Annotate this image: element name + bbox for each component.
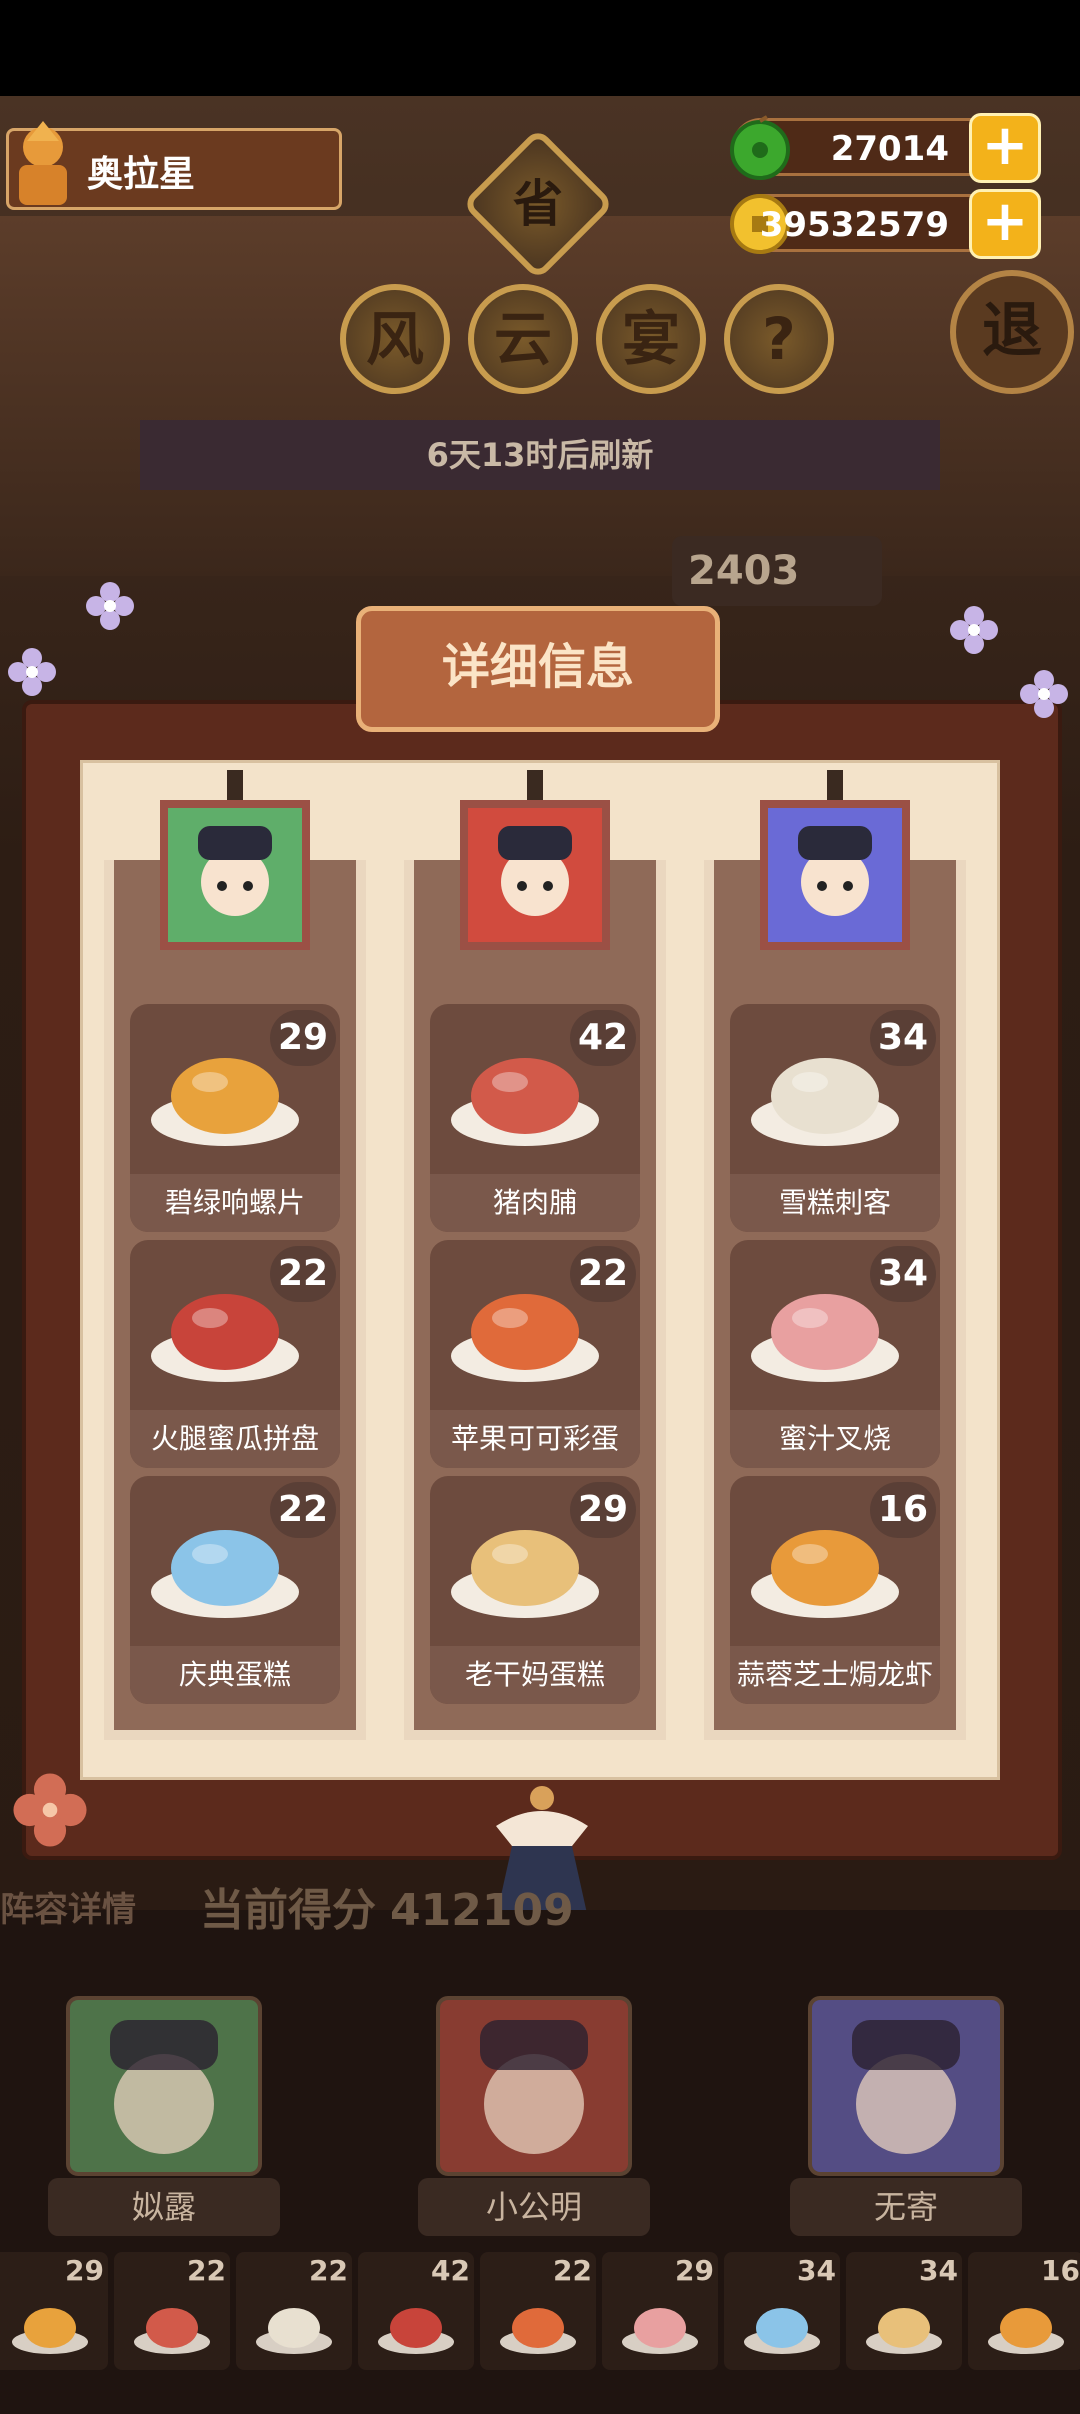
mini-dish-level: 22 [553, 2254, 592, 2287]
dish-name: 苹果可可彩蛋 [430, 1410, 640, 1468]
event-title-char-1: 风 [340, 284, 450, 394]
dish-name: 雪糕刺客 [730, 1174, 940, 1232]
flower-decoration-icon [1020, 670, 1068, 718]
dish-level: 34 [870, 1246, 936, 1302]
flower-decoration-icon [950, 606, 998, 654]
dish-level: 22 [270, 1246, 336, 1302]
mini-dish-icon [622, 2308, 698, 2354]
mini-dish-slot[interactable]: 22 [236, 2252, 352, 2370]
mini-dish-level: 22 [309, 2254, 348, 2287]
mini-dish-icon [256, 2308, 332, 2354]
player-profile[interactable]: 奥拉星 [6, 121, 342, 210]
dish-name: 火腿蜜瓜拼盘 [130, 1410, 340, 1468]
dish-name: 老干妈蛋糕 [430, 1646, 640, 1704]
dish-level: 22 [570, 1246, 636, 1302]
player-name: 奥拉星 [87, 154, 196, 195]
jade-currency: 27014 + [730, 113, 1041, 183]
player-avatar-icon [19, 121, 67, 205]
flower-decoration-icon [8, 648, 56, 696]
mini-dish-icon [988, 2308, 1064, 2354]
dish-name: 猪肉脯 [430, 1174, 640, 1232]
current-score-label: 当前得分 [200, 1885, 376, 1936]
mini-dish-icon [500, 2308, 576, 2354]
refresh-timer: 6天13时后刷新 [140, 420, 940, 490]
exit-button[interactable]: 退 [950, 270, 1074, 394]
lineup-details-label[interactable]: 阵容详情 [0, 1882, 136, 1931]
help-icon[interactable]: ? [724, 284, 834, 394]
character-avatar-icon [768, 808, 902, 942]
add-jade-button[interactable]: + [969, 113, 1041, 183]
hero-name: 姒露 [48, 2178, 280, 2236]
add-coins-button[interactable]: + [969, 189, 1041, 259]
current-score-value: 412109 [390, 1885, 574, 1936]
dish-name: 碧绿响螺片 [130, 1174, 340, 1232]
mini-dish-level: 29 [675, 2254, 714, 2287]
dish-card[interactable]: 22 庆典蛋糕 [130, 1476, 340, 1704]
mini-dish-slot[interactable]: 34 [846, 2252, 962, 2370]
dish-level: 42 [570, 1010, 636, 1066]
mini-dish-level: 34 [797, 2254, 836, 2287]
mini-dish-slot[interactable]: 22 [114, 2252, 230, 2370]
mini-dish-level: 16 [1041, 2254, 1080, 2287]
dish-card[interactable]: 34 蜜汁叉烧 [730, 1240, 940, 1468]
hero-avatar-icon [812, 2000, 1000, 2172]
dish-card[interactable]: 16 蒜蓉芝士焗龙虾 [730, 1476, 940, 1704]
mini-dish-slot[interactable]: 29 [602, 2252, 718, 2370]
mini-dish-slot[interactable]: 22 [480, 2252, 596, 2370]
dish-name: 蒜蓉芝士焗龙虾 [730, 1646, 940, 1704]
character-avatar-icon [468, 808, 602, 942]
dish-card[interactable]: 29 碧绿响螺片 [130, 1004, 340, 1232]
character-avatar-icon [168, 808, 302, 942]
hero-avatar-icon [440, 2000, 628, 2172]
mini-dish-icon [744, 2308, 820, 2354]
jade-amount: 27014 [830, 129, 949, 169]
mini-dish-level: 29 [65, 2254, 104, 2287]
dish-level: 29 [570, 1482, 636, 1538]
mini-dish-level: 22 [187, 2254, 226, 2287]
mini-dish-icon [12, 2308, 88, 2354]
mini-dish-level: 34 [919, 2254, 958, 2287]
event-title-char-3: 宴 [596, 284, 706, 394]
dish-card[interactable]: 22 苹果可可彩蛋 [430, 1240, 640, 1468]
hero-name: 无寄 [790, 2178, 1022, 2236]
dialog-title-text: 详细信息 [441, 639, 634, 695]
dish-card[interactable]: 29 老干妈蛋糕 [430, 1476, 640, 1704]
mini-dish-icon [866, 2308, 942, 2354]
flower-decoration-icon [86, 582, 134, 630]
mini-dish-slot[interactable]: 16 [968, 2252, 1080, 2370]
character-portrait[interactable] [460, 800, 610, 950]
jade-icon [730, 115, 790, 180]
plum-blossom-icon [13, 1773, 87, 1847]
coin-amount: 39532579 [759, 205, 949, 245]
mini-dish-slot[interactable]: 34 [724, 2252, 840, 2370]
hero-portrait[interactable] [436, 1996, 632, 2176]
hero-avatar-icon [70, 2000, 258, 2172]
mini-dish-slot[interactable]: 42 [358, 2252, 474, 2370]
dish-level: 16 [870, 1482, 936, 1538]
character-portrait[interactable] [160, 800, 310, 950]
mini-dish-level: 42 [431, 2254, 470, 2287]
status-bar-area [0, 0, 1080, 96]
coin-currency: 39532579 + [730, 189, 1041, 259]
character-portrait[interactable] [760, 800, 910, 950]
hero-name: 小公明 [418, 2178, 650, 2236]
mini-dish-slot[interactable]: 29 [0, 2252, 108, 2370]
dish-card[interactable]: 34 雪糕刺客 [730, 1004, 940, 1232]
mini-dish-icon [378, 2308, 454, 2354]
hero-portrait[interactable] [66, 1996, 262, 2176]
hero-portrait[interactable] [808, 1996, 1004, 2176]
ranking-score-partial: 2403 [672, 536, 882, 606]
dish-card[interactable]: 42 猪肉脯 [430, 1004, 640, 1232]
province-badge-text: 省 [513, 175, 563, 233]
dish-card[interactable]: 22 火腿蜜瓜拼盘 [130, 1240, 340, 1468]
dish-level: 29 [270, 1010, 336, 1066]
event-title-char-2: 云 [468, 284, 578, 394]
dish-name: 庆典蛋糕 [130, 1646, 340, 1704]
dish-level: 22 [270, 1482, 336, 1538]
dish-name: 蜜汁叉烧 [730, 1410, 940, 1468]
current-score: 当前得分 412109 [200, 1874, 900, 1948]
dish-level: 34 [870, 1010, 936, 1066]
dialog-title: 详细信息 [356, 606, 720, 732]
mini-dish-icon [134, 2308, 210, 2354]
